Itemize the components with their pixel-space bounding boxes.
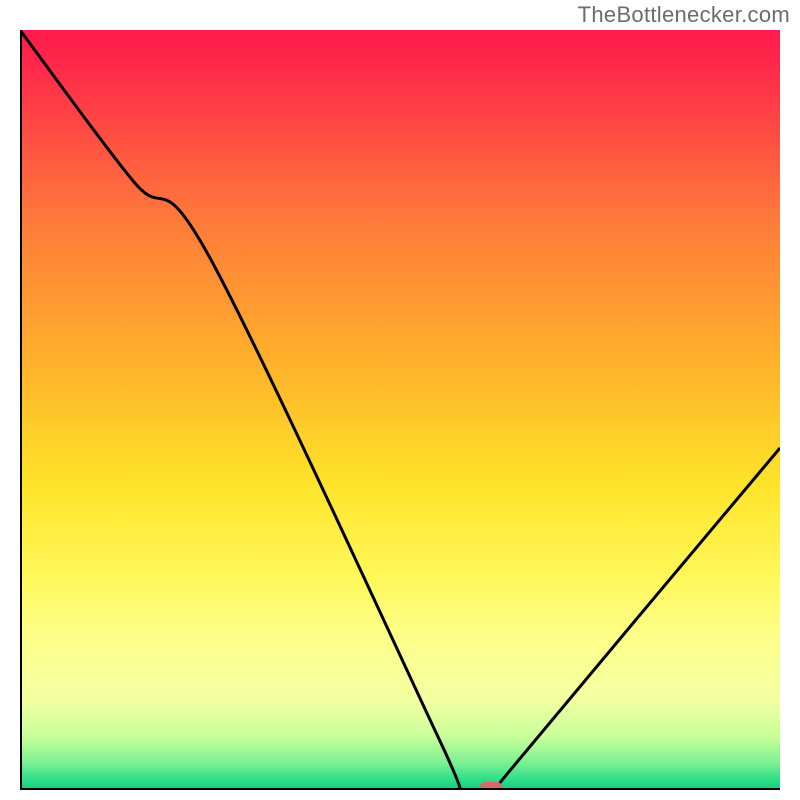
bottleneck-chart [20, 30, 780, 790]
watermark-label: TheBottlenecker.com [578, 2, 790, 28]
gradient-background [20, 30, 780, 790]
chart-svg [20, 30, 780, 790]
chart-wrapper: TheBottlenecker.com [0, 0, 800, 800]
